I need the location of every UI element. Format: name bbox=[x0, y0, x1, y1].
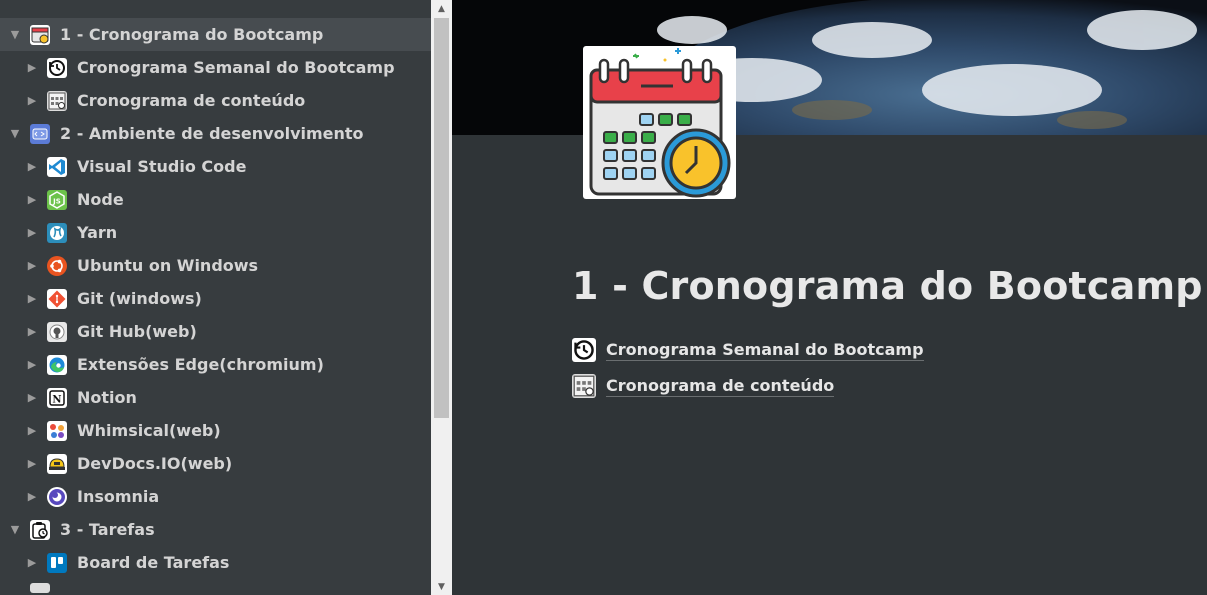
refresh-clock-icon bbox=[47, 57, 67, 78]
expand-toggle-icon[interactable]: ▶ bbox=[26, 193, 38, 206]
sidebar-item-node[interactable]: ▶ JS Node bbox=[0, 183, 431, 216]
nodejs-icon: JS bbox=[47, 189, 67, 210]
sidebar-item-label: Board de Tarefas bbox=[77, 553, 230, 572]
sidebar-item-cronograma-bootcamp[interactable]: ▼ 1 - Cronograma do Bootcamp bbox=[0, 18, 431, 51]
sidebar-item-cronograma-semanal[interactable]: ▶ Cronograma Semanal do Bootcamp bbox=[0, 51, 431, 84]
page-tree: ▼ 1 - Cronograma do Bootcamp ▶ Cronogram… bbox=[0, 18, 431, 595]
sidebar-item-label: Notion bbox=[77, 388, 137, 407]
vscode-icon bbox=[47, 156, 67, 177]
sidebar-item-label: Node bbox=[77, 190, 124, 209]
sidebar-item-label: Yarn bbox=[77, 223, 118, 242]
expand-toggle-icon[interactable]: ▶ bbox=[26, 325, 38, 338]
sidebar-item-tarefas[interactable]: ▼ 3 - Tarefas bbox=[0, 513, 431, 546]
scroll-up-arrow-icon[interactable]: ▲ bbox=[431, 0, 452, 17]
expand-toggle-icon[interactable]: ▶ bbox=[26, 292, 38, 305]
calendar-clock-icon bbox=[30, 24, 50, 45]
whimsical-icon bbox=[47, 420, 67, 441]
devdocs-icon bbox=[47, 453, 67, 474]
sidebar-item-label: DevDocs.IO(web) bbox=[77, 454, 233, 473]
expand-toggle-icon[interactable]: ▶ bbox=[26, 358, 38, 371]
insomnia-icon bbox=[47, 486, 67, 507]
trello-icon bbox=[47, 552, 67, 573]
sidebar-item-label: Insomnia bbox=[77, 487, 160, 506]
sidebar-item-insomnia[interactable]: ▶ Insomnia bbox=[0, 480, 431, 513]
sidebar-item-notion[interactable]: ▶ N Notion bbox=[0, 381, 431, 414]
subpage-link-label: Cronograma de conteúdo bbox=[606, 375, 835, 397]
sidebar-item-label: 3 - Tarefas bbox=[60, 520, 155, 539]
edge-icon bbox=[47, 354, 67, 375]
git-icon bbox=[47, 288, 67, 309]
vscode-window-icon bbox=[30, 123, 50, 144]
yarn-icon bbox=[47, 222, 67, 243]
sidebar-item-label: Ubuntu on Windows bbox=[77, 256, 259, 275]
expand-toggle-icon[interactable]: ▼ bbox=[9, 127, 21, 140]
expand-toggle-icon[interactable]: ▶ bbox=[26, 94, 38, 107]
subpage-link-cronograma-semanal[interactable]: Cronograma Semanal do Bootcamp bbox=[572, 332, 924, 368]
ubuntu-icon bbox=[47, 255, 67, 276]
expand-toggle-icon[interactable]: ▶ bbox=[26, 259, 38, 272]
sidebar: ▼ 1 - Cronograma do Bootcamp ▶ Cronogram… bbox=[0, 0, 452, 595]
scroll-thumb[interactable] bbox=[434, 18, 449, 418]
refresh-clock-icon bbox=[572, 338, 596, 362]
sidebar-item-label: Cronograma Semanal do Bootcamp bbox=[77, 58, 395, 77]
calendar-grid-icon bbox=[572, 374, 596, 398]
sidebar-item-label: 2 - Ambiente de desenvolvimento bbox=[60, 124, 364, 143]
sidebar-item-github[interactable]: ▶ Git Hub(web) bbox=[0, 315, 431, 348]
page-content: 1 - Cronograma do Bootcamp Cronograma Se… bbox=[452, 0, 1207, 595]
sidebar-item-git-windows[interactable]: ▶ Git (windows) bbox=[0, 282, 431, 315]
sidebar-item-label: Git (windows) bbox=[77, 289, 202, 308]
expand-toggle-icon[interactable]: ▶ bbox=[26, 424, 38, 437]
sidebar-item-label: Git Hub(web) bbox=[77, 322, 197, 341]
sidebar-item-yarn[interactable]: ▶ Yarn bbox=[0, 216, 431, 249]
expand-toggle-icon[interactable]: ▶ bbox=[26, 457, 38, 470]
sidebar-item-whimsical[interactable]: ▶ Whimsical(web) bbox=[0, 414, 431, 447]
sidebar-item-devdocs[interactable]: ▶ DevDocs.IO(web) bbox=[0, 447, 431, 480]
calendar-grid-icon bbox=[47, 90, 67, 111]
expand-toggle-icon[interactable]: ▶ bbox=[26, 61, 38, 74]
sidebar-item-cronograma-conteudo[interactable]: ▶ Cronograma de conteúdo bbox=[0, 84, 431, 117]
sidebar-item-label: Extensões Edge(chromium) bbox=[77, 355, 324, 374]
subpage-link-label: Cronograma Semanal do Bootcamp bbox=[606, 339, 924, 361]
expand-toggle-icon[interactable]: ▼ bbox=[9, 523, 21, 536]
subpage-links: Cronograma Semanal do Bootcamp Cronogram… bbox=[572, 332, 924, 404]
sidebar-item-label: Cronograma de conteúdo bbox=[77, 91, 306, 110]
sidebar-item-edge-extensions[interactable]: ▶ Extensões Edge(chromium) bbox=[0, 348, 431, 381]
subpage-link-cronograma-conteudo[interactable]: Cronograma de conteúdo bbox=[572, 368, 924, 404]
expand-toggle-icon[interactable]: ▶ bbox=[26, 490, 38, 503]
sidebar-item-label: Whimsical(web) bbox=[77, 421, 221, 440]
expand-toggle-icon[interactable]: ▶ bbox=[26, 391, 38, 404]
sidebar-item-partial[interactable] bbox=[0, 579, 431, 595]
expand-toggle-icon[interactable]: ▼ bbox=[9, 28, 21, 41]
sidebar-item-board-tarefas[interactable]: ▶ Board de Tarefas bbox=[0, 546, 431, 579]
page-calendar-icon[interactable] bbox=[583, 46, 736, 199]
svg-text:N: N bbox=[52, 394, 61, 405]
svg-text:JS: JS bbox=[52, 197, 61, 205]
sidebar-item-label: Visual Studio Code bbox=[77, 157, 247, 176]
document-icon bbox=[30, 583, 50, 593]
github-icon bbox=[47, 321, 67, 342]
page-cover-image[interactable] bbox=[452, 0, 1207, 135]
sidebar-item-label: 1 - Cronograma do Bootcamp bbox=[60, 25, 324, 44]
sidebar-item-vscode[interactable]: ▶ Visual Studio Code bbox=[0, 150, 431, 183]
scroll-down-arrow-icon[interactable]: ▼ bbox=[431, 578, 452, 595]
notion-window: ▼ 1 - Cronograma do Bootcamp ▶ Cronogram… bbox=[0, 0, 1207, 595]
expand-toggle-icon[interactable]: ▶ bbox=[26, 556, 38, 569]
sidebar-item-ubuntu[interactable]: ▶ Ubuntu on Windows bbox=[0, 249, 431, 282]
clipboard-clock-icon bbox=[30, 519, 50, 540]
sidebar-scrollbar[interactable]: ▲ ▼ bbox=[431, 0, 452, 595]
notion-icon: N bbox=[47, 387, 67, 408]
page-title: 1 - Cronograma do Bootcamp bbox=[572, 264, 1203, 308]
expand-toggle-icon[interactable]: ▶ bbox=[26, 160, 38, 173]
expand-toggle-icon[interactable]: ▶ bbox=[26, 226, 38, 239]
sidebar-item-ambiente-desenvolvimento[interactable]: ▼ 2 - Ambiente de desenvolvimento bbox=[0, 117, 431, 150]
